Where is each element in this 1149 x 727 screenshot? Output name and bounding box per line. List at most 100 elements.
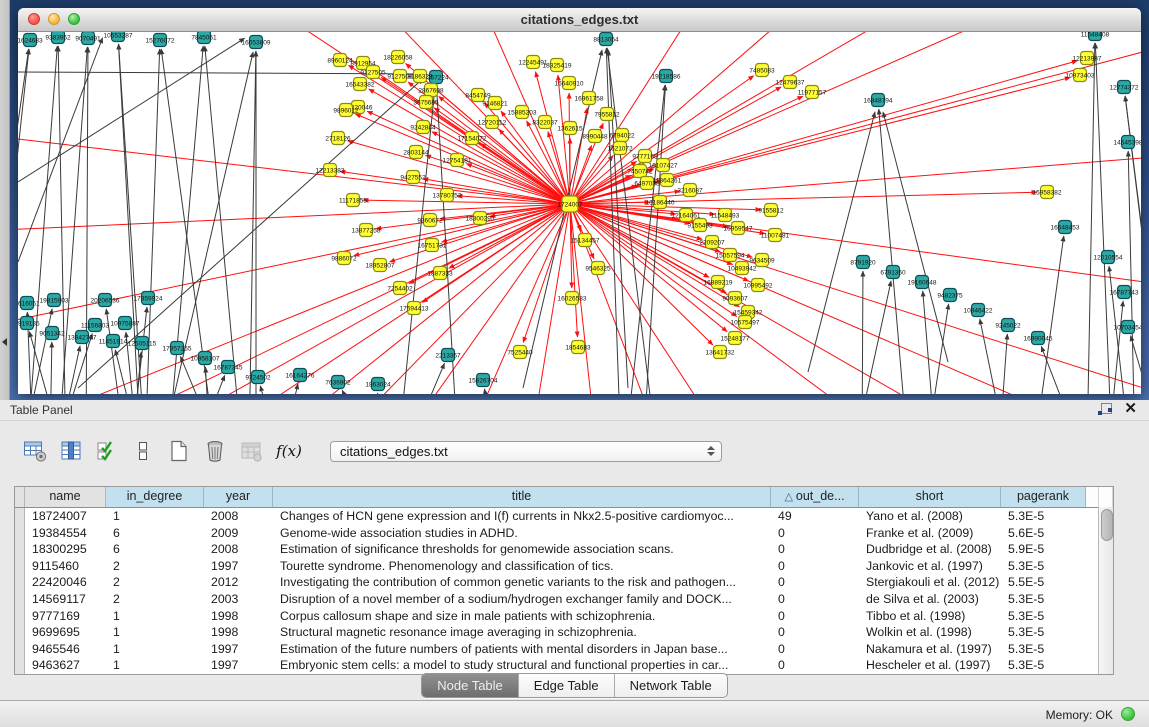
table-row[interactable]: 977716911998Corpus callosum shape and si… bbox=[15, 608, 1113, 625]
column-header-short[interactable]: short bbox=[859, 487, 1001, 507]
table-cell-in-degree[interactable]: 1 bbox=[106, 657, 204, 674]
row-layout-icon[interactable] bbox=[130, 438, 156, 464]
table-cell-out-de-[interactable]: 0 bbox=[771, 525, 859, 542]
tab-network-table[interactable]: Network Table bbox=[615, 674, 727, 697]
citation-graph[interactable]: 1624683938395290704911055328715276072784… bbox=[18, 32, 1141, 394]
window-titlebar[interactable]: citations_edges.txt bbox=[18, 8, 1141, 32]
table-cell-title[interactable]: Estimation of significance thresholds fo… bbox=[273, 541, 771, 558]
table-selector-dropdown[interactable]: citations_edges.txt bbox=[330, 441, 722, 462]
table-cell-in-degree[interactable]: 6 bbox=[106, 541, 204, 558]
table-cell-name[interactable]: 9777169 bbox=[25, 608, 106, 625]
table-cell-out-de-[interactable]: 49 bbox=[771, 508, 859, 525]
table-row[interactable]: 946554611997Estimation of the future num… bbox=[15, 641, 1113, 658]
table-cell-title[interactable]: Structural magnetic resonance image aver… bbox=[273, 624, 771, 641]
table-cell-name[interactable]: 18724007 bbox=[25, 508, 106, 525]
table-cell-name[interactable]: 9463627 bbox=[25, 657, 106, 674]
column-visibility-icon[interactable] bbox=[58, 438, 84, 464]
table-cell-short[interactable]: Franke et al. (2009) bbox=[859, 525, 1001, 542]
table-cell-short[interactable]: Yano et al. (2008) bbox=[859, 508, 1001, 525]
minimize-window-button[interactable] bbox=[48, 13, 60, 25]
close-panel-icon[interactable]: ✕ bbox=[1124, 402, 1137, 416]
table-cell-title[interactable]: Corpus callosum shape and size in male p… bbox=[273, 608, 771, 625]
table-cell-name[interactable]: 9115460 bbox=[25, 558, 106, 575]
table-cell-year[interactable]: 1997 bbox=[204, 657, 273, 674]
table-cell-in-degree[interactable]: 1 bbox=[106, 641, 204, 658]
table-cell-year[interactable]: 2003 bbox=[204, 591, 273, 608]
table-cell-year[interactable]: 1998 bbox=[204, 608, 273, 625]
table-cell-pagerank[interactable]: 5.3E-5 bbox=[1001, 657, 1086, 674]
table-cell-title[interactable]: Changes of HCN gene expression and I(f) … bbox=[273, 508, 771, 525]
table-row[interactable]: 1872400712008Changes of HCN gene express… bbox=[15, 508, 1113, 525]
table-cell-out-de-[interactable]: 0 bbox=[771, 641, 859, 658]
column-header-in-degree[interactable]: in_degree bbox=[106, 487, 204, 507]
column-header-name[interactable]: name bbox=[25, 487, 106, 507]
table-cell-name[interactable]: 9465546 bbox=[25, 641, 106, 658]
table-cell-short[interactable]: Hescheler et al. (1997) bbox=[859, 657, 1001, 674]
table-row[interactable]: 2242004622012Investigating the contribut… bbox=[15, 574, 1113, 591]
table-cell-short[interactable]: Wolkin et al. (1998) bbox=[859, 624, 1001, 641]
table-cell-year[interactable]: 2012 bbox=[204, 574, 273, 591]
table-row[interactable]: 1938455462009Genome-wide association stu… bbox=[15, 525, 1113, 542]
table-cell-pagerank[interactable]: 5.3E-5 bbox=[1001, 608, 1086, 625]
table-cell-short[interactable]: Tibbo et al. (1998) bbox=[859, 608, 1001, 625]
delete-icon[interactable] bbox=[202, 438, 228, 464]
table-cell-in-degree[interactable]: 2 bbox=[106, 591, 204, 608]
table-row[interactable]: 969969511998Structural magnetic resonanc… bbox=[15, 624, 1113, 641]
zoom-window-button[interactable] bbox=[68, 13, 80, 25]
table-cell-pagerank[interactable]: 5.5E-5 bbox=[1001, 574, 1086, 591]
column-header-year[interactable]: year bbox=[204, 487, 273, 507]
table-cell-in-degree[interactable]: 6 bbox=[106, 525, 204, 542]
table-cell-in-degree[interactable]: 1 bbox=[106, 608, 204, 625]
node-table[interactable]: namein_degreeyeartitle△out_de...shortpag… bbox=[14, 486, 1114, 675]
table-cell-year[interactable]: 1997 bbox=[204, 641, 273, 658]
scrollbar-thumb[interactable] bbox=[1101, 509, 1113, 541]
table-cell-year[interactable]: 1998 bbox=[204, 624, 273, 641]
table-cell-short[interactable]: de Silva et al. (2003) bbox=[859, 591, 1001, 608]
table-cell-out-de-[interactable]: 0 bbox=[771, 591, 859, 608]
tab-edge-table[interactable]: Edge Table bbox=[519, 674, 615, 697]
table-cell-name[interactable]: 14569117 bbox=[25, 591, 106, 608]
collapse-arrow-icon[interactable] bbox=[2, 338, 7, 346]
table-cell-in-degree[interactable]: 2 bbox=[106, 574, 204, 591]
network-view-window[interactable]: citations_edges.txt 16246839383952907049… bbox=[18, 8, 1141, 394]
network-canvas[interactable]: 1624683938395290704911055328715276072784… bbox=[18, 32, 1141, 394]
table-cell-title[interactable]: Disruption of a novel member of a sodium… bbox=[273, 591, 771, 608]
table-cell-name[interactable]: 22420046 bbox=[25, 574, 106, 591]
tab-node-table[interactable]: Node Table bbox=[422, 674, 519, 697]
table-cell-year[interactable]: 2008 bbox=[204, 541, 273, 558]
table-cell-year[interactable]: 2009 bbox=[204, 525, 273, 542]
table-cell-pagerank[interactable]: 5.9E-5 bbox=[1001, 541, 1086, 558]
table-cell-pagerank[interactable]: 5.3E-5 bbox=[1001, 624, 1086, 641]
table-cell-out-de-[interactable]: 0 bbox=[771, 574, 859, 591]
table-cell-short[interactable]: Dudbridge et al. (2008) bbox=[859, 541, 1001, 558]
table-cell-name[interactable]: 19384554 bbox=[25, 525, 106, 542]
table-cell-title[interactable]: Investigating the contribution of common… bbox=[273, 574, 771, 591]
select-all-icon[interactable] bbox=[94, 438, 120, 464]
table-cell-in-degree[interactable]: 1 bbox=[106, 624, 204, 641]
table-options-icon[interactable] bbox=[22, 438, 48, 464]
table-cell-out-de-[interactable]: 0 bbox=[771, 541, 859, 558]
float-panel-icon[interactable] bbox=[1098, 402, 1112, 416]
west-panel-grip[interactable] bbox=[0, 0, 10, 400]
table-cell-pagerank[interactable]: 5.3E-5 bbox=[1001, 558, 1086, 575]
table-row[interactable]: 1830029562008Estimation of significance … bbox=[15, 541, 1113, 558]
column-header-title[interactable]: title bbox=[273, 487, 771, 507]
table-cell-in-degree[interactable]: 2 bbox=[106, 558, 204, 575]
table-cell-title[interactable]: Genome-wide association studies in ADHD. bbox=[273, 525, 771, 542]
column-header-out-de-[interactable]: △out_de... bbox=[771, 487, 859, 507]
table-cell-out-de-[interactable]: 0 bbox=[771, 657, 859, 674]
vertical-scrollbar[interactable] bbox=[1098, 507, 1113, 674]
table-cell-year[interactable]: 2008 bbox=[204, 508, 273, 525]
column-header-pagerank[interactable]: pagerank bbox=[1001, 487, 1086, 507]
table-cell-pagerank[interactable]: 5.6E-5 bbox=[1001, 525, 1086, 542]
function-builder-icon[interactable]: f(x) bbox=[274, 438, 304, 464]
table-cell-pagerank[interactable]: 5.3E-5 bbox=[1001, 591, 1086, 608]
table-row[interactable]: 1456911722003Disruption of a novel membe… bbox=[15, 591, 1113, 608]
table-cell-pagerank[interactable]: 5.3E-5 bbox=[1001, 508, 1086, 525]
table-cell-pagerank[interactable]: 5.3E-5 bbox=[1001, 641, 1086, 658]
table-cell-title[interactable]: Tourette syndrome. Phenomenology and cla… bbox=[273, 558, 771, 575]
table-cell-name[interactable]: 9699695 bbox=[25, 624, 106, 641]
table-cell-year[interactable]: 1997 bbox=[204, 558, 273, 575]
table-row[interactable]: 946362711997Embryonic stem cells: a mode… bbox=[15, 657, 1113, 674]
table-cell-name[interactable]: 18300295 bbox=[25, 541, 106, 558]
